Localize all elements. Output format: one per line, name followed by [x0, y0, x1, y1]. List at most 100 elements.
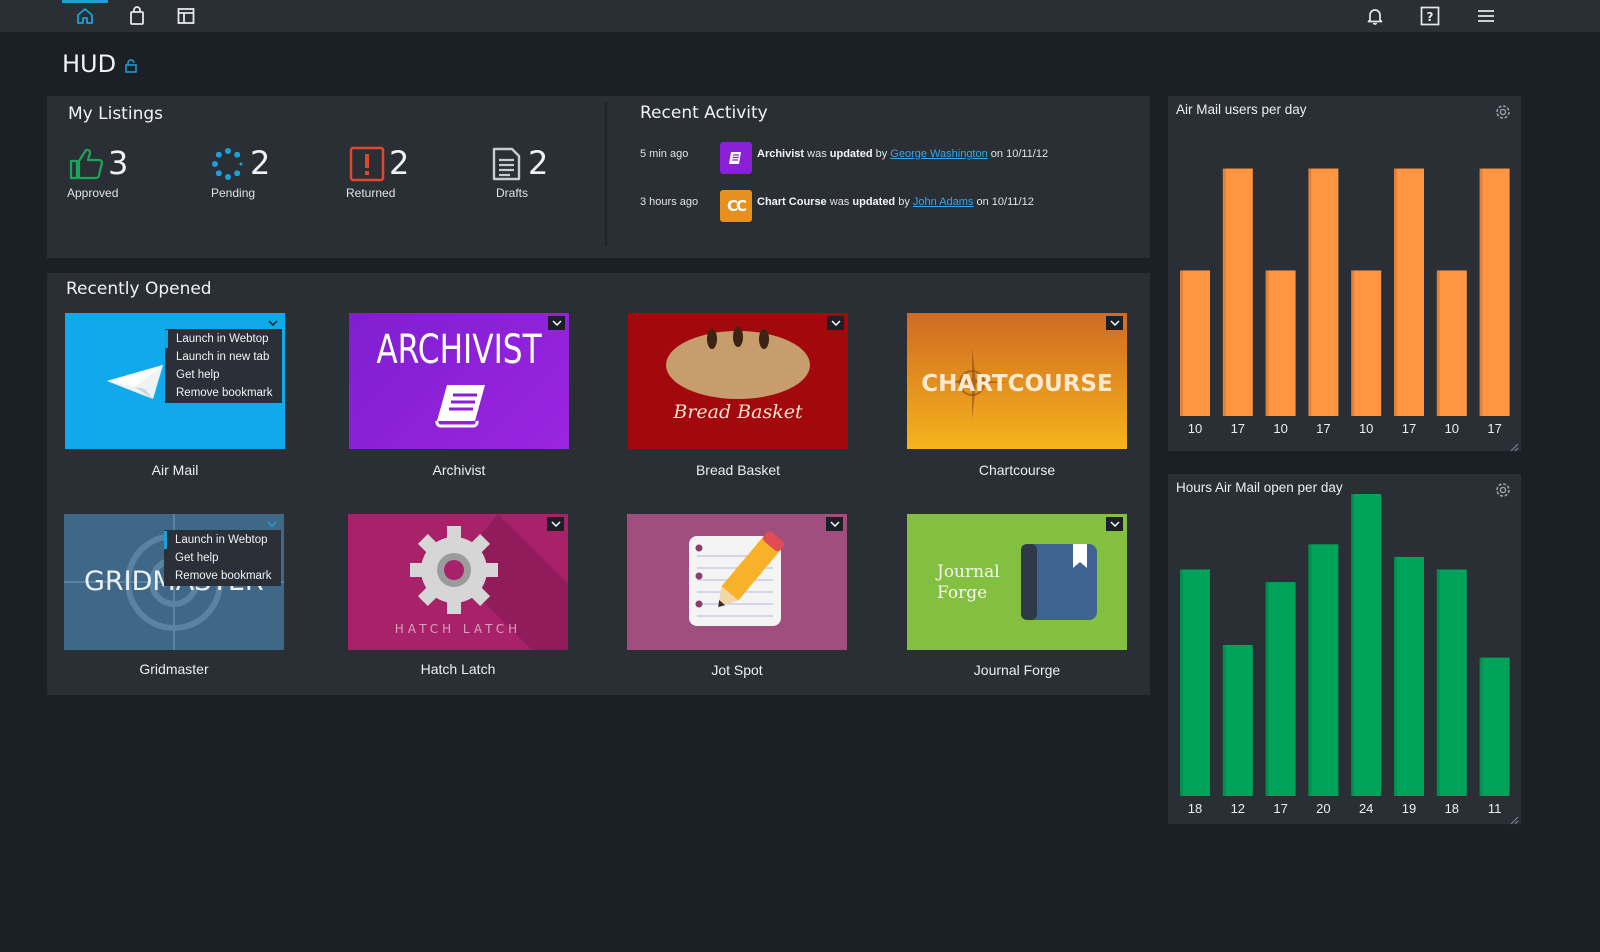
alert-icon	[349, 146, 385, 182]
hatch-latch-tile-image[interactable]: HATCH LATCH	[348, 514, 568, 650]
chart-bar[interactable]	[1351, 494, 1382, 796]
chart-course-app-icon[interactable]: CC	[720, 190, 752, 222]
chart-bar[interactable]	[1479, 168, 1510, 416]
chart-bar[interactable]	[1394, 168, 1424, 416]
chart-data-label: 24	[1359, 801, 1373, 816]
returned-label: Returned	[346, 186, 396, 200]
tile-name[interactable]: Archivist	[349, 462, 569, 478]
activity-message: Archivist was updated by George Washingt…	[757, 148, 1048, 160]
menu-item-launch-webtop[interactable]: Launch in Webtop	[164, 531, 281, 549]
gridmaster-menu-toggle[interactable]	[263, 517, 280, 531]
bread-basket-tile-image[interactable]: Bread Basket	[628, 313, 848, 449]
document-icon	[488, 146, 524, 182]
activity-item: 3 hours ago CC Chart Course was updated …	[640, 190, 1140, 224]
activity-app-name[interactable]: Archivist	[757, 148, 804, 160]
menu-item-launch-webtop[interactable]: Launch in Webtop	[165, 330, 282, 348]
bell-icon[interactable]	[1363, 4, 1387, 28]
chart-panel-hours: 18 12 17 20 24 19 18 11 Hours Air Mail open per…	[1168, 474, 1521, 825]
chart-bar-shade	[1394, 168, 1397, 416]
tile-name[interactable]: Hatch Latch	[348, 661, 568, 677]
tile-name[interactable]: Air Mail	[65, 462, 285, 478]
listings-panel: My Listings 3 Approved 2 Pending 2 Retur…	[47, 96, 1150, 258]
menu-item-get-help[interactable]: Get help	[164, 549, 281, 567]
spinner-icon	[210, 146, 246, 182]
chartcourse-tile-image[interactable]: CHARTCOURSE	[907, 313, 1127, 449]
journal-forge-tile-image[interactable]: Journal Forge	[907, 514, 1127, 650]
chartcourse-art-text: CHARTCOURSE	[921, 371, 1113, 397]
chart-bar-shade	[1351, 494, 1355, 796]
activity-message: Chart Course was updated by John Adams o…	[757, 196, 1034, 208]
home-icon[interactable]	[73, 4, 97, 28]
jot-spot-menu-toggle[interactable]	[826, 517, 843, 531]
menu-icon[interactable]	[1474, 4, 1498, 28]
activity-app-name[interactable]: Chart Course	[757, 196, 827, 208]
spinner-dot	[239, 162, 243, 166]
activity-action: updated	[829, 148, 873, 160]
chart-data-label: 17	[1231, 421, 1245, 436]
drafts-label: Drafts	[496, 186, 529, 200]
menu-item-get-help[interactable]: Get help	[165, 366, 282, 384]
chart-bar[interactable]	[1351, 270, 1382, 416]
approved-count: 3	[108, 144, 129, 182]
gridmaster-tile-image[interactable]: GRIDMASTER Launch in Webtop Get help Rem…	[64, 514, 284, 650]
hatch-latch-menu-toggle[interactable]	[547, 517, 564, 531]
spinner-dot	[215, 151, 222, 158]
spinner-dot	[234, 170, 241, 177]
jot-spot-tile-image[interactable]	[627, 514, 847, 650]
returned-count: 2	[389, 144, 410, 182]
chart-bar-shade	[1180, 270, 1183, 416]
chartcourse-menu-toggle[interactable]	[1106, 316, 1123, 330]
chart-bar[interactable]	[1222, 168, 1253, 416]
layout-icon[interactable]	[174, 4, 198, 28]
menu-item-launch-new-tab[interactable]: Launch in new tab	[165, 348, 282, 366]
resize-handle-icon[interactable]	[1509, 812, 1519, 825]
archivist-app-icon[interactable]	[720, 142, 752, 174]
chart-bar-shade	[1479, 168, 1483, 416]
archivist-tile-image[interactable]: ARCHIVIST	[349, 313, 569, 449]
chart-bar[interactable]	[1308, 168, 1339, 416]
bag-icon[interactable]	[125, 4, 149, 28]
top-bar: ?	[0, 0, 1600, 32]
chart-bar[interactable]	[1308, 544, 1339, 796]
activity-action: updated	[852, 196, 896, 208]
chart-bar[interactable]	[1222, 645, 1253, 796]
recently-opened-panel: Recently Opened Launch in Webtop Launch …	[47, 273, 1150, 695]
tile-name[interactable]: Journal Forge	[907, 662, 1127, 678]
air-mail-tile-image[interactable]: Launch in Webtop Launch in new tab Get h…	[65, 313, 285, 449]
menu-item-remove-bookmark[interactable]: Remove bookmark	[165, 384, 282, 402]
chart-data-label: 12	[1231, 801, 1245, 816]
chart-bar[interactable]	[1265, 582, 1296, 796]
users-bar-chart: 10 17 10 17 10 17 10 17	[1180, 168, 1510, 436]
tile-name[interactable]: Gridmaster	[64, 661, 284, 677]
tile-name[interactable]: Chartcourse	[907, 462, 1127, 478]
gear-icon[interactable]	[1493, 480, 1513, 500]
chart-bar[interactable]	[1180, 270, 1210, 416]
page-title-text: HUD	[62, 50, 117, 78]
chart-bar[interactable]	[1479, 657, 1510, 796]
resize-handle-icon[interactable]	[1509, 439, 1519, 452]
tile-name[interactable]: Bread Basket	[628, 462, 848, 478]
chart-bar[interactable]	[1436, 569, 1467, 797]
air-mail-menu-toggle[interactable]	[264, 316, 281, 330]
chart-bar[interactable]	[1265, 270, 1296, 416]
pending-label: Pending	[211, 186, 256, 200]
chart-bar[interactable]	[1436, 270, 1467, 416]
bread-basket-menu-toggle[interactable]	[827, 316, 844, 330]
journal-forge-menu-toggle[interactable]	[1106, 517, 1123, 531]
archivist-menu-toggle[interactable]	[548, 316, 565, 330]
activity-user-link[interactable]: George Washington	[890, 148, 987, 160]
chart-panel-users: 10 17 10 17 10 17 10 17 Air Mail users per day	[1168, 96, 1521, 452]
activity-user-link[interactable]: John Adams	[913, 196, 974, 208]
lock-icon[interactable]	[124, 59, 138, 73]
help-icon[interactable]: ?	[1418, 4, 1442, 28]
drafts-count: 2	[528, 144, 549, 182]
spinner-dot	[234, 151, 241, 158]
chart-bar[interactable]	[1180, 569, 1210, 797]
chart-data-label: 19	[1402, 801, 1416, 816]
menu-item-remove-bookmark[interactable]: Remove bookmark	[164, 567, 281, 585]
chart-bar[interactable]	[1394, 556, 1424, 796]
tile-name[interactable]: Jot Spot	[627, 662, 847, 678]
chart-bar-shade	[1180, 569, 1183, 796]
gear-icon[interactable]	[1493, 102, 1513, 122]
chart-data-label: 10	[1445, 421, 1459, 436]
